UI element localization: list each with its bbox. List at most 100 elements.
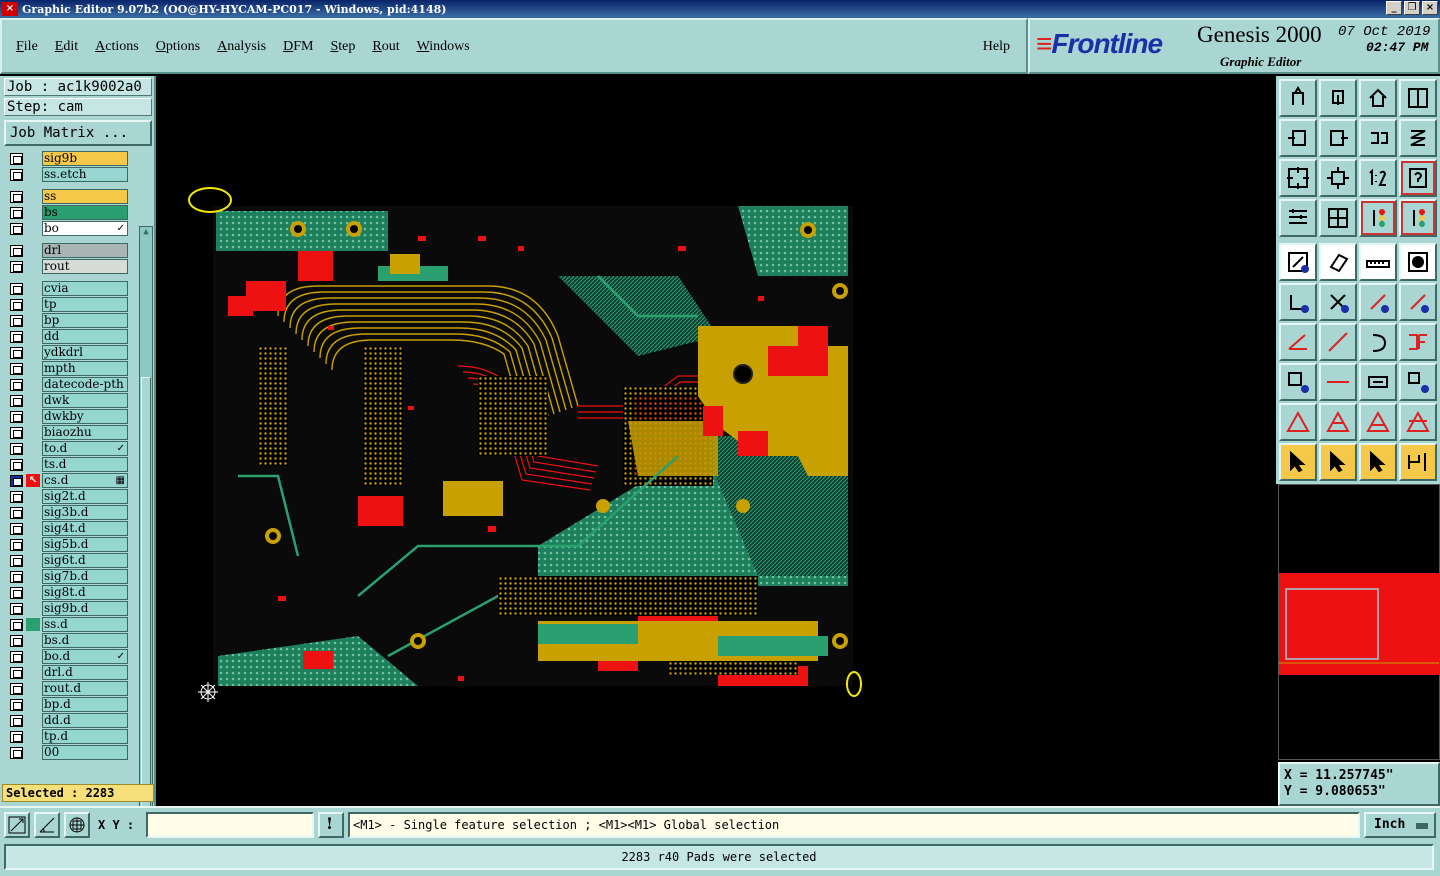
layer-status-tag[interactable] xyxy=(26,602,40,615)
layer-name[interactable]: ts.d xyxy=(42,457,128,472)
move-node-tool-button[interactable] xyxy=(1359,283,1397,321)
arc-tool-button[interactable] xyxy=(1359,323,1397,361)
menu-dfm[interactable]: DFM xyxy=(283,39,313,55)
minimize-button[interactable]: _ xyxy=(1386,1,1402,15)
layer-checkbox[interactable] xyxy=(10,731,23,743)
settings-tool-button[interactable] xyxy=(1279,199,1317,237)
layer-status-tag[interactable] xyxy=(26,168,40,181)
layer-status-tag[interactable] xyxy=(26,346,40,359)
menu-rout[interactable]: Rout xyxy=(372,39,399,55)
layer-name[interactable]: 00 xyxy=(42,745,128,760)
layer-name[interactable]: mpth xyxy=(42,361,128,376)
layer-name[interactable]: sig6t.d xyxy=(42,553,128,568)
layer-checkbox[interactable] xyxy=(10,363,23,375)
nodes-tool-button[interactable] xyxy=(1279,283,1317,321)
xy-input[interactable] xyxy=(146,812,314,838)
layer-name[interactable]: ydkdrl xyxy=(42,345,128,360)
layer-status-tag[interactable] xyxy=(26,666,40,679)
layer-row[interactable]: ss.etch xyxy=(8,167,138,182)
layer-row[interactable]: dwk xyxy=(8,393,138,408)
layer-checkbox[interactable] xyxy=(10,411,23,423)
layer-status-tag[interactable] xyxy=(26,362,40,375)
job-matrix-button[interactable]: Job Matrix ... xyxy=(4,120,152,146)
layer-checkbox[interactable] xyxy=(10,379,23,391)
right-tool-button[interactable] xyxy=(1319,119,1357,157)
layer-checkbox[interactable] xyxy=(10,539,23,551)
layer-name[interactable]: ss.d xyxy=(42,617,128,632)
layer-name[interactable]: bo.d ✓ xyxy=(42,649,128,664)
layer-status-tag[interactable] xyxy=(26,554,40,567)
layer-row[interactable]: to.d ✓ xyxy=(8,441,138,456)
layer-status-tag[interactable] xyxy=(26,490,40,503)
layer-row[interactable]: sig5b.d xyxy=(8,537,138,552)
layer-row[interactable]: sig6t.d xyxy=(8,553,138,568)
graphic-canvas[interactable] xyxy=(158,76,1276,808)
layer-name[interactable]: bp.d xyxy=(42,697,128,712)
layer-row[interactable]: sig9b.d xyxy=(8,601,138,616)
layer-name[interactable]: ss xyxy=(42,189,128,204)
delete-feature-tool-button[interactable] xyxy=(1319,283,1357,321)
snap-tool-button[interactable] xyxy=(1399,119,1437,157)
layer-name[interactable]: sig9b xyxy=(42,151,128,166)
layer-checkbox[interactable] xyxy=(10,507,23,519)
layer-status-tag[interactable] xyxy=(26,206,40,219)
layer-status-tag[interactable] xyxy=(26,426,40,439)
info-button[interactable]: ! xyxy=(318,812,344,838)
layer-row[interactable]: drl.d xyxy=(8,665,138,680)
layer-status-tag[interactable] xyxy=(26,314,40,327)
overview-window[interactable] xyxy=(1278,484,1440,760)
layer-name[interactable]: drl.d xyxy=(42,665,128,680)
undo-tool-button[interactable] xyxy=(1359,119,1397,157)
triangle-a-tool-button[interactable] xyxy=(1279,403,1317,441)
layer-status-tag[interactable] xyxy=(26,152,40,165)
fit-all-tool-button[interactable] xyxy=(1279,159,1317,197)
layer-row[interactable]: datecode-pth xyxy=(8,377,138,392)
layer-status-tag[interactable] xyxy=(26,586,40,599)
layer-name[interactable]: bp xyxy=(42,313,128,328)
layer-name[interactable]: sig8t.d xyxy=(42,585,128,600)
layer-row[interactable]: bp xyxy=(8,313,138,328)
layer-status-tag[interactable] xyxy=(26,730,40,743)
layer-status-tag[interactable] xyxy=(26,260,40,273)
layer-row[interactable]: sig8t.d xyxy=(8,585,138,600)
layer-row[interactable]: sig7b.d xyxy=(8,569,138,584)
layer-row[interactable]: ss xyxy=(8,189,138,204)
route-select-tool-button[interactable] xyxy=(1399,443,1437,481)
add-line-tool-button[interactable] xyxy=(1399,283,1437,321)
layer-name[interactable]: dd xyxy=(42,329,128,344)
pointer-box-tool-button[interactable] xyxy=(1319,443,1357,481)
layer-name[interactable]: bs.d xyxy=(42,633,128,648)
triangle-c-tool-button[interactable] xyxy=(1359,403,1397,441)
scroll-up-icon[interactable]: ▲ xyxy=(141,227,151,239)
layer-row[interactable]: bs xyxy=(8,205,138,220)
menu-edit[interactable]: Edit xyxy=(55,39,78,55)
layer-name[interactable]: cs.d ▦ xyxy=(42,473,128,488)
layer-status-tag[interactable] xyxy=(26,538,40,551)
export-tool-button[interactable] xyxy=(1279,79,1317,117)
layer-name[interactable]: sig5b.d xyxy=(42,537,128,552)
layer-color-2-tool-button[interactable] xyxy=(1399,199,1437,237)
help-tool-button[interactable] xyxy=(1399,159,1437,197)
mirror-tool-button[interactable] xyxy=(1399,323,1437,361)
layer-name[interactable]: biaozhu xyxy=(42,425,128,440)
layer-checkbox[interactable] xyxy=(10,153,23,165)
layer-name[interactable]: rout.d xyxy=(42,681,128,696)
layer-checkbox[interactable] xyxy=(10,523,23,535)
layer-row[interactable]: 00 xyxy=(8,745,138,760)
layer-name[interactable]: sig4t.d xyxy=(42,521,128,536)
layer-status-tag[interactable] xyxy=(26,222,40,235)
layer-checkbox[interactable] xyxy=(10,747,23,759)
layer-status-tag[interactable] xyxy=(26,570,40,583)
layer-status-tag[interactable] xyxy=(26,698,40,711)
pad-tool-button[interactable] xyxy=(1279,363,1317,401)
layer-row[interactable]: bp.d xyxy=(8,697,138,712)
menu-help[interactable]: Help xyxy=(983,39,1010,55)
layer-name[interactable]: sig3b.d xyxy=(42,505,128,520)
scroll-thumb[interactable] xyxy=(141,377,151,837)
layer-status-tag[interactable] xyxy=(26,746,40,759)
layer-row[interactable]: ↖ cs.d ▦ xyxy=(8,473,138,488)
layer-checkbox[interactable] xyxy=(10,207,23,219)
layer-checkbox[interactable] xyxy=(10,683,23,695)
menu-file[interactable]: File xyxy=(16,39,38,55)
layer-checkbox[interactable] xyxy=(10,299,23,311)
